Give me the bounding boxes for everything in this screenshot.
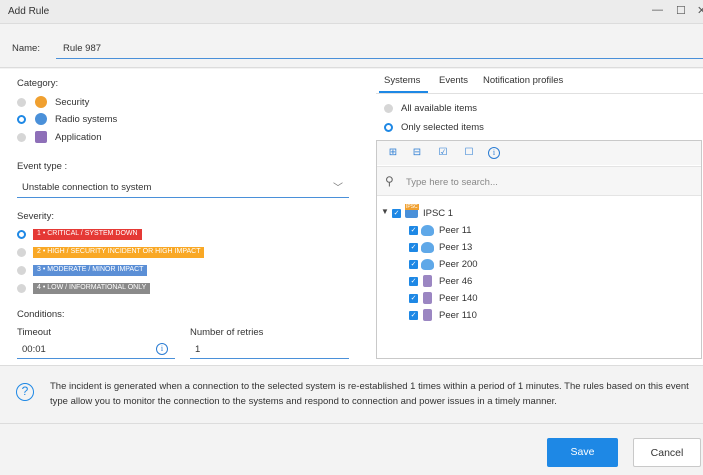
expand-arrow-icon[interactable]: ▼ bbox=[381, 207, 389, 216]
tree-toolbar: ⊞ ⊟ ☑ ☐ i bbox=[377, 141, 701, 165]
checkbox-checked[interactable]: ✓ bbox=[409, 260, 418, 269]
checkbox-checked[interactable]: ✓ bbox=[409, 226, 418, 235]
severity-label: Severity: bbox=[17, 211, 54, 222]
tree-node-label: Peer 46 bbox=[439, 276, 473, 287]
repeater-icon bbox=[423, 275, 432, 287]
repeater-icon bbox=[423, 309, 432, 321]
ipsc-badge: IPSC bbox=[405, 204, 419, 210]
category-option-label: Application bbox=[55, 132, 102, 143]
checkbox-checked[interactable]: ✓ bbox=[409, 294, 418, 303]
tree-search[interactable]: ⚲ Type here to search... bbox=[377, 166, 701, 196]
peer-icon bbox=[421, 259, 434, 270]
retries-input[interactable]: 1 bbox=[190, 339, 349, 359]
window-title: Add Rule bbox=[8, 6, 50, 17]
minimize-icon[interactable]: — bbox=[652, 4, 663, 16]
checkbox-checked[interactable]: ✓ bbox=[409, 243, 418, 252]
title-bar: Add Rule — ☐ ✕ bbox=[0, 0, 703, 24]
tree-node-label: Peer 110 bbox=[439, 310, 477, 321]
tree-node-label: Peer 13 bbox=[439, 242, 473, 253]
checkbox-checked[interactable]: ✓ bbox=[409, 311, 418, 320]
severity-radio-moderate[interactable] bbox=[17, 266, 26, 275]
tree-node-label: Peer 200 bbox=[439, 259, 478, 270]
timeout-input[interactable]: 00:01 i bbox=[17, 339, 175, 359]
severity-badge-low: 4 • LOW / INFORMATIONAL ONLY bbox=[33, 283, 151, 294]
tree-node-peer[interactable]: ✓ Peer 46 bbox=[409, 275, 529, 289]
severity-badge-critical: 1 • CRITICAL / SYSTEM DOWN bbox=[33, 229, 142, 240]
severity-radio-critical[interactable] bbox=[17, 230, 26, 239]
event-type-value: Unstable connection to system bbox=[22, 182, 152, 193]
scope-option-label: All available items bbox=[401, 103, 478, 114]
search-placeholder: Type here to search... bbox=[406, 177, 498, 188]
tree-node-label: Peer 140 bbox=[439, 293, 478, 304]
peer-icon bbox=[421, 225, 434, 236]
uncheck-all-icon[interactable]: ☐ bbox=[463, 147, 475, 159]
checkbox-checked[interactable]: ✓ bbox=[409, 277, 418, 286]
tab-notification-profiles[interactable]: Notification profiles bbox=[483, 75, 563, 86]
peer-icon bbox=[421, 242, 434, 253]
tree-node-label: Peer 11 bbox=[439, 225, 472, 236]
help-icon: ? bbox=[16, 383, 34, 401]
retries-value: 1 bbox=[195, 344, 201, 355]
timeout-label: Timeout bbox=[17, 327, 51, 338]
collapse-all-icon[interactable]: ⊟ bbox=[411, 147, 423, 159]
radio-icon bbox=[35, 113, 47, 125]
timeout-value: 00:01 bbox=[22, 344, 46, 355]
severity-badge-moderate: 3 • MODERATE / MINOR IMPACT bbox=[33, 265, 148, 276]
main-panel: Category: Security Radio systems Applica… bbox=[0, 69, 703, 365]
tree-node-peer[interactable]: ✓ Peer 140 bbox=[409, 292, 529, 306]
event-type-select[interactable]: Unstable connection to system ﹀ bbox=[17, 175, 349, 198]
name-input[interactable]: Rule 987 bbox=[56, 37, 703, 59]
cancel-button[interactable]: Cancel bbox=[633, 438, 701, 467]
info-icon[interactable]: i bbox=[488, 147, 500, 159]
checkbox-checked[interactable]: ✓ bbox=[392, 209, 401, 218]
check-all-icon[interactable]: ☑ bbox=[437, 147, 449, 159]
save-button[interactable]: Save bbox=[547, 438, 618, 467]
info-icon[interactable]: i bbox=[156, 343, 168, 355]
name-label: Name: bbox=[12, 43, 40, 54]
tree-node-peer[interactable]: ✓ Peer 110 bbox=[409, 309, 529, 323]
expand-all-icon[interactable]: ⊞ bbox=[387, 147, 399, 159]
tree-node-peer[interactable]: ✓ Peer 200 bbox=[409, 258, 529, 272]
category-label: Category: bbox=[17, 78, 59, 89]
ipsc-icon: IPSC bbox=[405, 204, 419, 218]
shield-icon bbox=[35, 96, 47, 108]
footer-divider bbox=[0, 423, 703, 424]
event-type-label: Event type : bbox=[17, 161, 68, 172]
category-option-label: Security bbox=[55, 97, 90, 108]
category-radio-security[interactable] bbox=[17, 98, 26, 107]
tree-node-root[interactable]: ▼ ✓ IPSC IPSC 1 bbox=[381, 204, 501, 221]
tab-systems[interactable]: Systems bbox=[384, 75, 420, 86]
tab-events[interactable]: Events bbox=[439, 75, 468, 86]
category-radio-application[interactable] bbox=[17, 133, 26, 142]
category-radio-radio-systems[interactable] bbox=[17, 115, 26, 124]
scope-radio-all[interactable] bbox=[384, 104, 393, 113]
systems-tree-panel: ⊞ ⊟ ☑ ☐ i ⚲ Type here to search... ▼ ✓ I… bbox=[376, 140, 702, 359]
name-row: Name: Rule 987 bbox=[0, 24, 703, 68]
chevron-down-icon: ﹀ bbox=[333, 183, 343, 194]
tree-node-peer[interactable]: ✓ Peer 13 bbox=[409, 241, 529, 255]
severity-radio-low[interactable] bbox=[17, 284, 26, 293]
maximize-icon[interactable]: ☐ bbox=[676, 4, 686, 17]
tab-divider bbox=[376, 93, 703, 94]
application-icon bbox=[35, 131, 47, 143]
close-icon[interactable]: ✕ bbox=[697, 4, 703, 17]
rule-description: The incident is generated when a connect… bbox=[50, 381, 689, 407]
footer: ? The incident is generated when a conne… bbox=[0, 365, 703, 475]
severity-radio-high[interactable] bbox=[17, 248, 26, 257]
search-icon: ⚲ bbox=[385, 174, 394, 188]
severity-badge-high: 2 • HIGH / SECURITY INCIDENT OR HIGH IMP… bbox=[33, 247, 205, 258]
conditions-label: Conditions: bbox=[17, 309, 65, 320]
name-value: Rule 987 bbox=[63, 43, 102, 54]
repeater-icon bbox=[423, 292, 432, 304]
tree-node-label: IPSC 1 bbox=[423, 208, 454, 219]
tree-node-peer[interactable]: ✓ Peer 11 bbox=[409, 224, 529, 238]
scope-radio-selected[interactable] bbox=[384, 123, 393, 132]
scope-option-label: Only selected items bbox=[401, 122, 484, 133]
category-option-label: Radio systems bbox=[55, 114, 118, 125]
retries-label: Number of retries bbox=[190, 327, 264, 338]
